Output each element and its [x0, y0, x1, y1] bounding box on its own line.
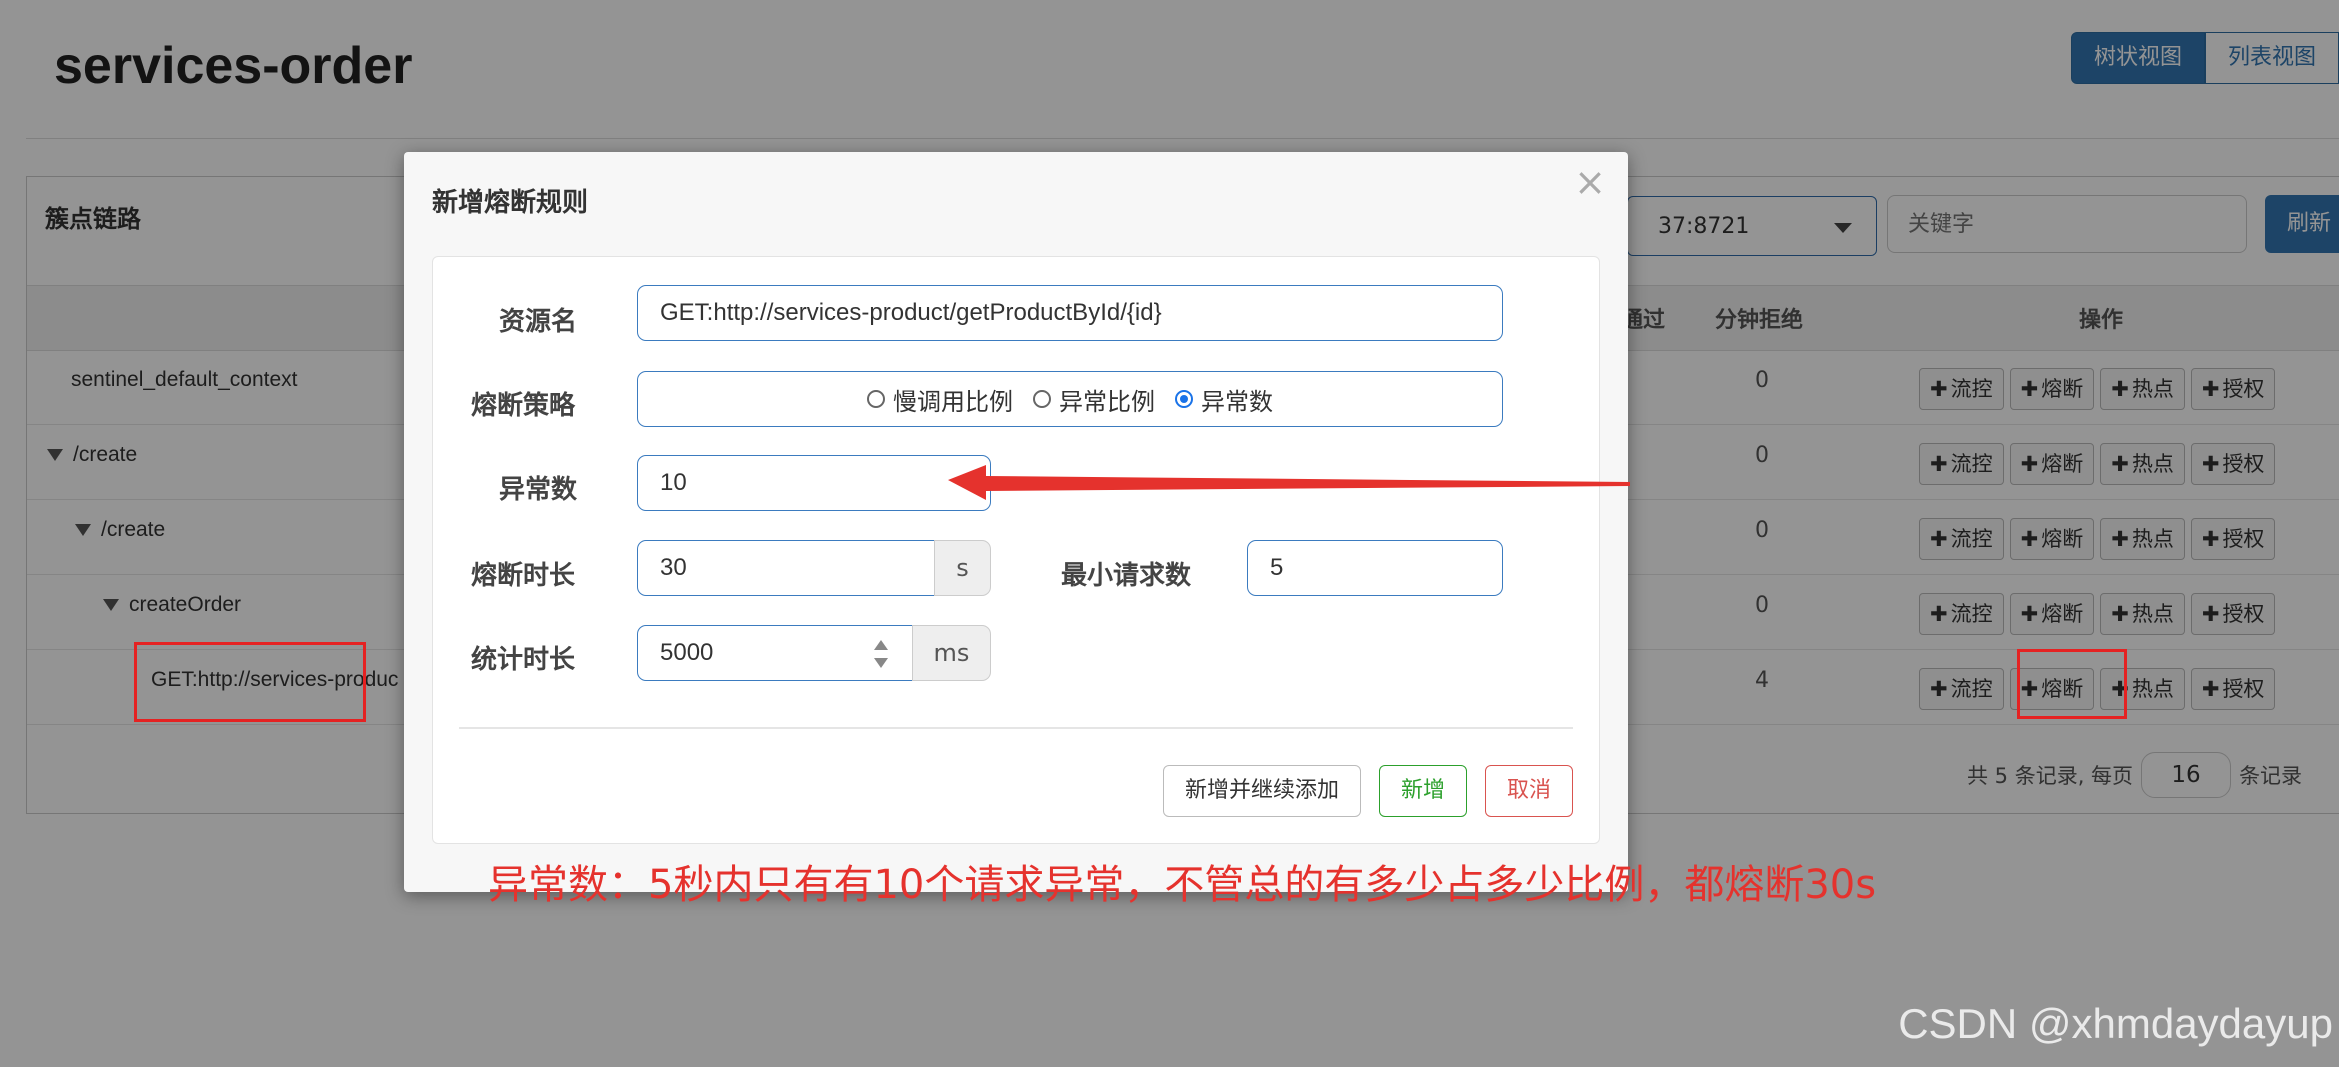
- watermark: CSDN @xhmdaydayup: [1898, 1000, 2333, 1047]
- annotation-text: 异常数：5秒内只有有10个请求异常，不管总的有多少占多少比例，都熔断30s: [488, 862, 1877, 908]
